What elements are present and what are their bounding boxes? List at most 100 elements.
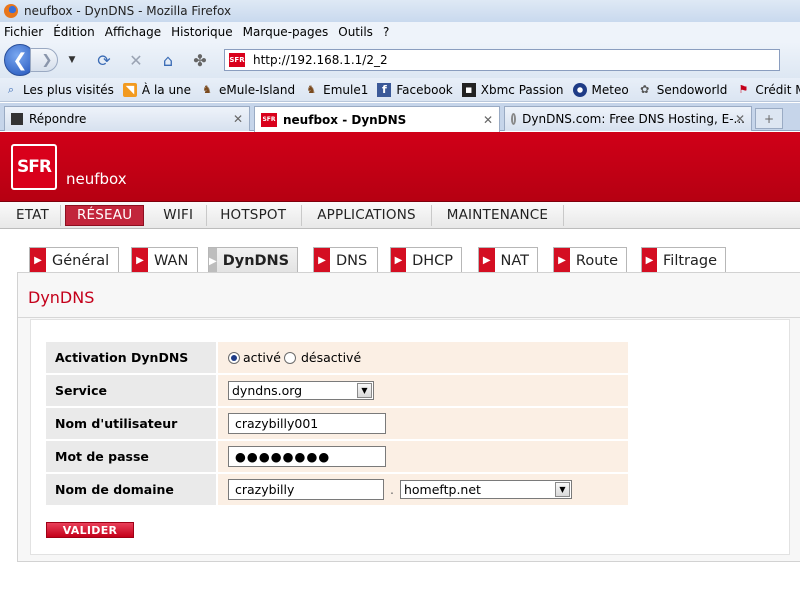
bookmark-xbmc-passion[interactable]: ▪ Xbmc Passion — [461, 82, 564, 97]
stop-button[interactable]: ✕ — [124, 48, 148, 72]
password-cell: ●●●●●●●● — [218, 441, 628, 474]
bookmark-sendoworld[interactable]: ✿ Sendoworld — [638, 82, 727, 97]
arrow-right-icon: ▶ — [132, 247, 148, 274]
bookmark-emule1[interactable]: ♞ Emule1 — [304, 83, 368, 97]
nav-wifi[interactable]: WIFI — [148, 204, 208, 226]
bookmark-facebook[interactable]: f Facebook — [377, 82, 453, 97]
arrow-right-icon: ▶ — [209, 248, 217, 274]
domain-input[interactable]: crazybilly — [228, 479, 384, 500]
bookmark-a-la-une[interactable]: ◥ À la une — [122, 82, 191, 97]
reload-icon: ⟳ — [97, 50, 111, 70]
home-button[interactable]: ⌂ — [156, 48, 180, 72]
plus-icon: + — [763, 111, 775, 126]
service-cell: dyndns.org ▼ — [218, 375, 628, 408]
domain-suffix-select[interactable]: homeftp.net ▼ — [399, 480, 572, 499]
password-input[interactable]: ●●●●●●●● — [228, 446, 386, 467]
domain-separator: . — [390, 482, 394, 497]
browser-tab-repondre[interactable]: Répondre ✕ — [4, 106, 250, 131]
arrow-right-icon: ▶ — [30, 247, 46, 274]
domain-cell: crazybilly . homeftp.net ▼ — [218, 474, 628, 507]
reload-button[interactable]: ⟳ — [92, 48, 116, 72]
tab-route[interactable]: ▶ Route — [553, 247, 627, 274]
sfr-header: SFR neufbox — [0, 132, 800, 202]
sendoworld-icon: ✿ — [640, 82, 650, 96]
tab-nat[interactable]: ▶ NAT — [478, 247, 538, 274]
sfr-favicon-icon: SFR — [229, 53, 245, 67]
activation-label: Activation DynDNS — [46, 342, 218, 375]
page-content: SFR neufbox ETAT RÉSEAU WIFI HOTSPOT APP… — [0, 132, 800, 600]
tab-wan[interactable]: ▶ WAN — [131, 247, 198, 274]
nav-applications[interactable]: APPLICATIONS — [302, 204, 432, 226]
nav-reseau[interactable]: RÉSEAU — [64, 204, 145, 226]
new-tab-button[interactable]: + — [755, 108, 783, 129]
dyndns-form: Activation DynDNS activé désactivé Servi… — [46, 342, 628, 507]
radio-inactive[interactable] — [284, 351, 296, 364]
magnifier-icon: ⌕ — [7, 82, 15, 96]
nav-maintenance[interactable]: MAINTENANCE — [432, 204, 565, 226]
page-icon — [11, 113, 23, 125]
menu-affichage[interactable]: Affichage — [105, 25, 161, 39]
menu-marque-pages[interactable]: Marque-pages — [243, 25, 329, 39]
forward-button[interactable]: ❯ — [30, 48, 58, 72]
bookmark-emule-island[interactable]: ♞ eMule-Island — [200, 83, 295, 97]
activation-options: activé désactivé — [218, 342, 628, 375]
mule-icon: ♞ — [202, 82, 212, 96]
arrow-right-icon: ▶ — [314, 247, 330, 274]
menu-fichier[interactable]: Fichier — [4, 25, 43, 39]
tab-general[interactable]: ▶ Général — [29, 247, 119, 274]
loading-icon — [511, 113, 517, 125]
service-select[interactable]: dyndns.org ▼ — [228, 381, 374, 400]
facebook-icon: f — [377, 82, 392, 97]
browser-tab-dyndns[interactable]: DynDNS.com: Free DNS Hosting, E-... ✕ — [504, 106, 752, 131]
menu-edition[interactable]: Édition — [53, 25, 95, 39]
close-tab-icon[interactable]: ✕ — [483, 113, 493, 127]
service-label: Service — [46, 375, 218, 408]
bookmarks-toolbar: ⌕ Les plus visités ◥ À la une ♞ eMule-Islan… — [0, 78, 800, 102]
addon-icon: ✤ — [193, 50, 207, 70]
navigation-toolbar: ❮ ❯ ▼ ⟳ ✕ ⌂ ✤ SFR http://192.168.1.1/2_2 — [0, 42, 800, 78]
close-tab-icon[interactable]: ✕ — [735, 112, 745, 126]
sfr-logo: SFR — [11, 144, 57, 190]
username-cell: crazybilly001 — [218, 408, 628, 441]
address-bar[interactable]: SFR http://192.168.1.1/2_2 — [224, 49, 780, 71]
valider-button[interactable]: VALIDER — [46, 522, 134, 538]
username-input[interactable]: crazybilly001 — [228, 413, 386, 434]
tab-filtrage[interactable]: ▶ Filtrage — [641, 247, 726, 274]
window-title: neufbox - DynDNS - Mozilla Firefox — [24, 4, 232, 18]
chevron-down-icon: ▼ — [68, 55, 76, 65]
chevron-down-icon: ▼ — [357, 383, 372, 398]
section-title: DynDNS — [28, 288, 95, 307]
close-tab-icon[interactable]: ✕ — [233, 112, 243, 126]
browser-tab-neufbox[interactable]: SFR neufbox - DynDNS ✕ — [254, 106, 500, 132]
row-password: Mot de passe ●●●●●●●● — [46, 441, 628, 474]
tab-dns[interactable]: ▶ DNS — [313, 247, 378, 274]
arrow-right-icon: ▶ — [479, 247, 495, 274]
row-username: Nom d'utilisateur crazybilly001 — [46, 408, 628, 441]
tab-dyndns[interactable]: ▶ DynDNS — [208, 247, 298, 274]
addon-button[interactable]: ✤ — [188, 48, 212, 72]
radio-active[interactable] — [228, 351, 240, 364]
dyndns-panel: DynDNS Activation DynDNS activé désactiv… — [17, 272, 800, 562]
bookmark-meteo[interactable]: Meteo — [572, 82, 629, 97]
bookmark-les-plus-visites[interactable]: ⌕ Les plus visités — [4, 83, 114, 97]
arrow-left-icon: ❮ — [12, 49, 28, 71]
nav-hotspot[interactable]: HOTSPOT — [207, 204, 303, 226]
username-label: Nom d'utilisateur — [46, 408, 218, 441]
home-icon: ⌂ — [162, 50, 174, 70]
arrow-right-icon: ▶ — [642, 247, 657, 274]
mule-icon: ♞ — [306, 82, 317, 96]
row-service: Service dyndns.org ▼ — [46, 375, 628, 408]
tab-dhcp[interactable]: ▶ DHCP — [390, 247, 462, 274]
history-dropdown-button[interactable]: ▼ — [60, 48, 84, 72]
menu-historique[interactable]: Historique — [171, 25, 233, 39]
bank-icon: ⚑ — [738, 82, 749, 96]
nav-etat[interactable]: ETAT — [0, 204, 61, 226]
section-tabs: ▶ Général ▶ WAN ▶ DynDNS ▶ DNS ▶ DHCP ▶ NAT ▶ R… — [0, 243, 800, 274]
radio-inactive-label: désactivé — [301, 350, 362, 365]
menu-help[interactable]: ? — [383, 25, 389, 39]
bookmark-credit-mutuel[interactable]: ⚑Crédit Mutuel — [736, 83, 800, 97]
divider — [18, 317, 800, 318]
menu-bar: Fichier Édition Affichage Historique Mar… — [0, 22, 800, 42]
chevron-down-icon: ▼ — [554, 482, 570, 497]
menu-outils[interactable]: Outils — [338, 25, 373, 39]
